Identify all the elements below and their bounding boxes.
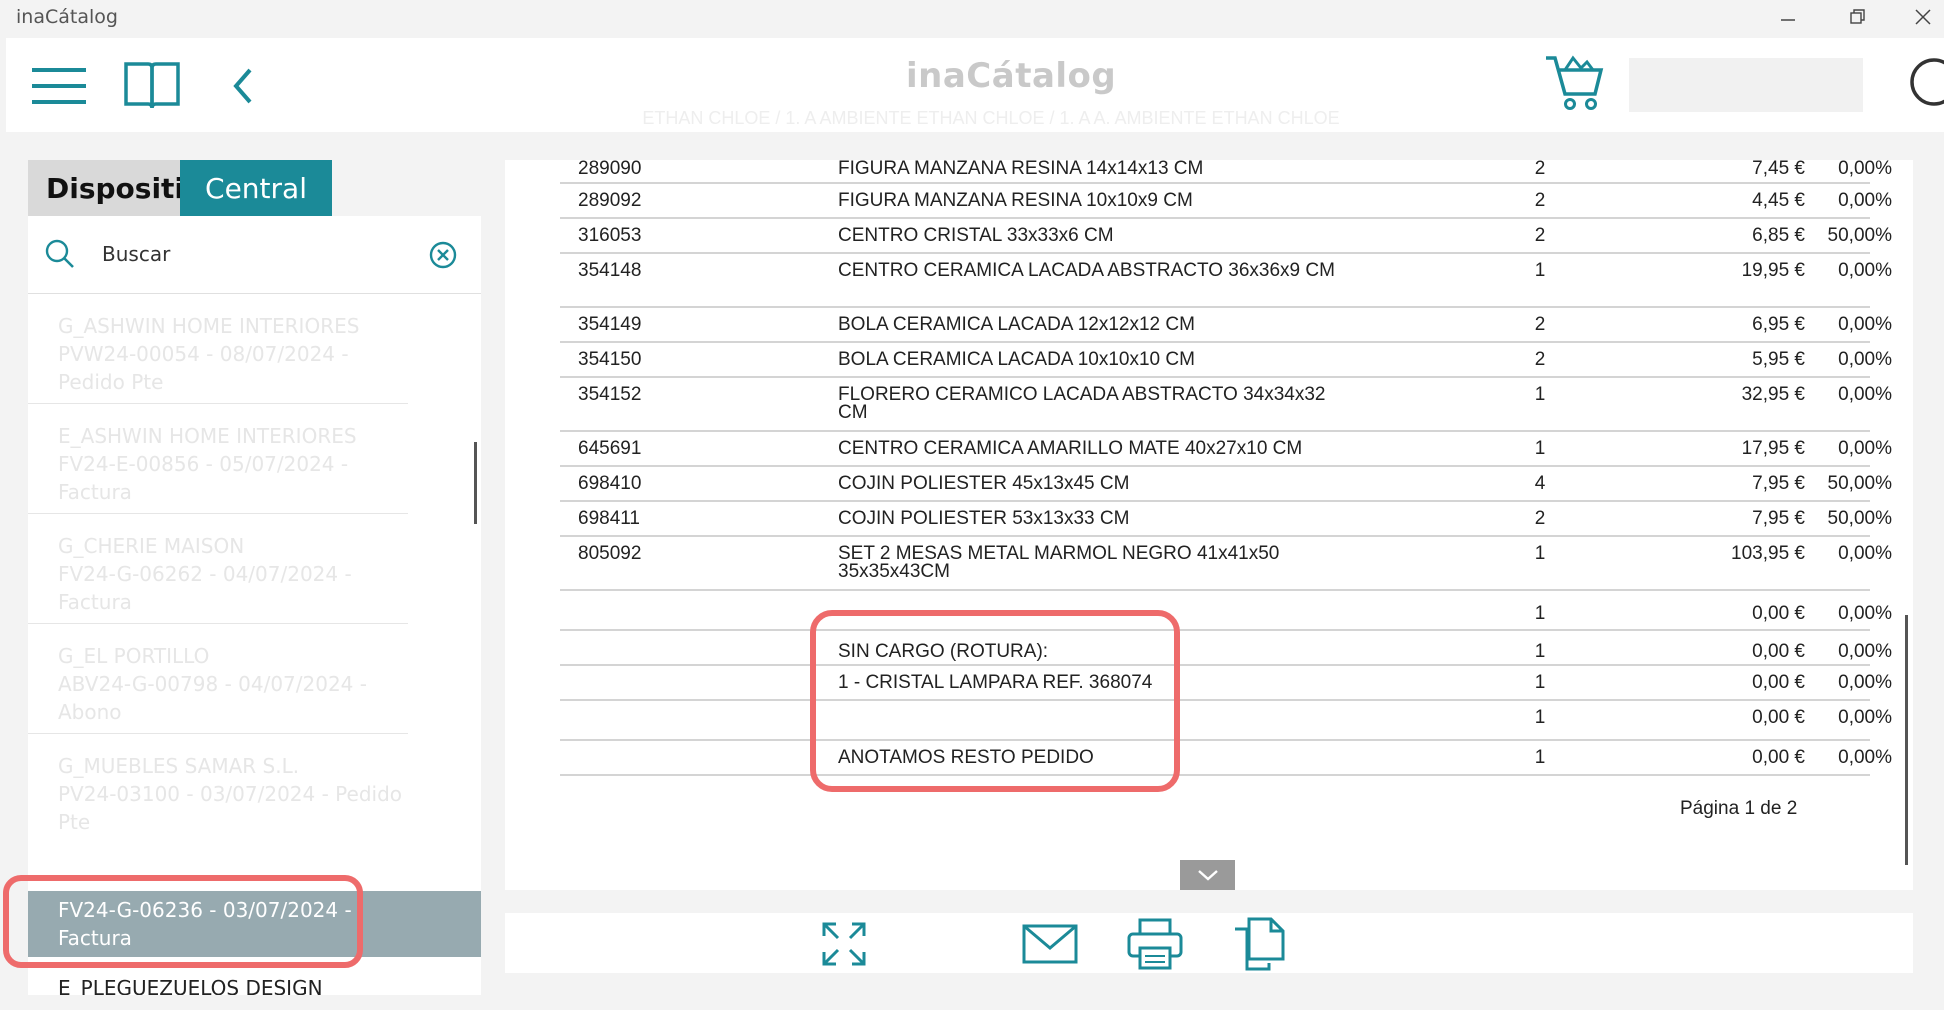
list-scrollbar[interactable] — [474, 442, 477, 524]
table-row: 698411 COJIN POLIESTER 53x13x33 CM 2 7,95 €… — [560, 502, 1892, 537]
close-window-button[interactable] — [1903, 2, 1943, 32]
minimize-button[interactable] — [1768, 2, 1808, 32]
list-item[interactable]: G_ASHWIN HOME INTERIORES PVW24-00054 - 0… — [28, 294, 481, 404]
search-icon — [44, 238, 76, 275]
search-icon — [1910, 58, 1944, 106]
page-indicator: Página 1 de 2 — [1680, 798, 1798, 819]
scroll-down-button[interactable] — [1180, 860, 1235, 890]
table-row: 354150 BOLA CERAMICA LACADA 10x10x10 CM 2 5… — [560, 343, 1892, 378]
chevron-down-icon — [1197, 870, 1218, 881]
cart-button[interactable] — [1543, 50, 1607, 114]
restore-button[interactable] — [1838, 2, 1878, 32]
copy-button[interactable] — [1229, 917, 1289, 971]
back-button[interactable] — [228, 64, 258, 108]
window-titlebar: inaCátalog — [0, 0, 1944, 38]
email-button[interactable] — [1020, 918, 1080, 970]
copy-icon — [1235, 917, 1285, 971]
document-toolbar — [505, 913, 1913, 973]
table-row: 354149 BOLA CERAMICA LACADA 12x12x12 CM 2 6… — [560, 308, 1892, 343]
list-item[interactable]: G_EL PORTILLO ABV24-G-00798 - 04/07/2024… — [28, 624, 481, 734]
table-row: 316053 CENTRO CRISTAL 33x33x6 CM 2 6,85 €50… — [560, 219, 1892, 254]
table-row: 354148 CENTRO CERAMICA LACADA ABSTRACTO 3… — [560, 254, 1892, 308]
envelope-icon — [1022, 924, 1078, 964]
expand-icon — [822, 922, 866, 966]
table-row: 289090 FIGURA MANZANA RESINA 14x14x13 CM 2… — [560, 160, 1892, 184]
catalog-button[interactable] — [122, 60, 182, 112]
annotation-highlight — [810, 610, 1180, 792]
list-item[interactable]: G_MUEBLES SAMAR S.L. PV24-03100 - 03/07/… — [28, 734, 481, 844]
header-search-box[interactable] — [1629, 58, 1863, 112]
tab-central[interactable]: Central — [180, 160, 332, 216]
app-header: inaCátalog ETHAN CHLOE / 1. A AMBIENTE E… — [6, 38, 1944, 132]
table-row: 1 0,00 €0,00% — [560, 701, 1892, 741]
menu-button[interactable] — [30, 64, 88, 108]
source-tabs: Dispositivo Central — [28, 160, 481, 216]
clear-circle-icon — [429, 241, 457, 269]
restore-icon — [1850, 9, 1865, 24]
list-item[interactable]: G_CHERIE MAISON FV24-G-06262 - 04/07/202… — [28, 514, 481, 624]
table-row: ANOTAMOS RESTO PEDIDO 1 0,00 €0,00% — [560, 741, 1892, 776]
document-search — [28, 216, 481, 294]
document-scrollbar[interactable] — [1905, 615, 1908, 865]
app-logo: inaCátalog — [906, 56, 1117, 96]
book-icon — [124, 62, 180, 109]
table-row: 1 - CRISTAL LAMPARA REF. 368074 1 0,00 €0,… — [560, 666, 1892, 701]
list-item[interactable]: E_ASHWIN HOME INTERIORES FV24-E-00856 - … — [28, 404, 481, 514]
documents-panel: Dispositivo Central G_ASHWIN HOME INTERI… — [28, 160, 481, 995]
list-item[interactable]: E_PLEGUEZUELOS DESIGN — [28, 964, 481, 995]
hamburger-icon — [32, 68, 86, 104]
header-search-button[interactable] — [1904, 56, 1944, 114]
table-row: 1 0,00 €0,00% — [560, 591, 1892, 631]
cart-icon — [1546, 55, 1604, 110]
search-input[interactable] — [102, 236, 422, 272]
header-subtitle: ETHAN CHLOE / 1. A AMBIENTE ETHAN CHLOE … — [642, 108, 1340, 128]
window-title: inaCátalog — [16, 6, 118, 28]
fullscreen-button[interactable] — [814, 918, 874, 970]
chevron-left-icon — [233, 68, 252, 104]
table-row: SIN CARGO (ROTURA): 1 0,00 €0,00% — [560, 631, 1892, 666]
printer-icon — [1127, 918, 1183, 970]
minimize-icon — [1781, 19, 1795, 21]
close-icon — [1915, 9, 1931, 25]
document-preview: 289090 FIGURA MANZANA RESINA 14x14x13 CM 2… — [505, 160, 1913, 890]
table-row: 805092 SET 2 MESAS METAL MARMOL NEGRO 41x… — [560, 537, 1892, 591]
tab-dispositivo[interactable]: Dispositivo — [28, 160, 180, 216]
table-row: 645691 CENTRO CERAMICA AMARILLO MATE 40x2… — [560, 432, 1892, 467]
table-row: 289092 FIGURA MANZANA RESINA 10x10x9 CM 2 4… — [560, 184, 1892, 219]
clear-search-button[interactable] — [428, 240, 458, 275]
table-row: 698410 COJIN POLIESTER 45x13x45 CM 4 7,95 €… — [560, 467, 1892, 502]
table-row: 354152 FLORERO CERAMICO LACADA ABSTRACTO … — [560, 378, 1892, 432]
selected-item-highlight — [3, 875, 363, 968]
print-button[interactable] — [1125, 918, 1185, 970]
